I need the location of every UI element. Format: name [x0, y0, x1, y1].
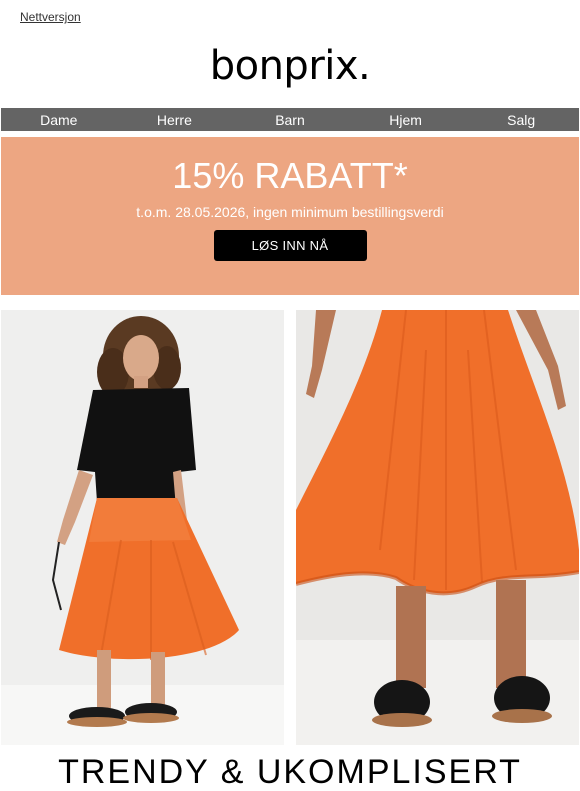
top-bar: Nettversjon — [0, 0, 580, 32]
model-photo-left[interactable] — [1, 310, 284, 745]
redeem-button[interactable]: LØS INN NÅ — [213, 230, 367, 262]
nav-item-barn[interactable]: Barn — [232, 112, 348, 128]
nav-item-herre[interactable]: Herre — [117, 112, 233, 128]
nav-item-salg[interactable]: Salg — [463, 112, 579, 128]
skirt-closeup-photo-right[interactable] — [296, 310, 579, 745]
nav-item-dame[interactable]: Dame — [1, 112, 117, 128]
logo-area: bonprix. — [0, 32, 580, 100]
orange-skirt-closeup-icon — [296, 310, 579, 745]
promo-banner[interactable]: 15% RABATT* t.o.m. 28.05.2026, ingen min… — [1, 137, 579, 295]
web-version-link[interactable]: Nettversjon — [20, 10, 81, 24]
main-navigation: Dame Herre Barn Hjem Salg — [1, 108, 579, 131]
section-headline: TRENDY & UKOMPLISERT — [58, 753, 522, 791]
promo-title: 15% RABATT* — [172, 155, 408, 196]
model-orange-skirt-icon — [1, 310, 284, 745]
nav-item-hjem[interactable]: Hjem — [348, 112, 464, 128]
product-images — [0, 310, 580, 745]
promo-subtitle: t.o.m. 28.05.2026, ingen minimum bestill… — [136, 204, 444, 221]
bonprix-logo[interactable]: bonprix. — [210, 46, 371, 86]
